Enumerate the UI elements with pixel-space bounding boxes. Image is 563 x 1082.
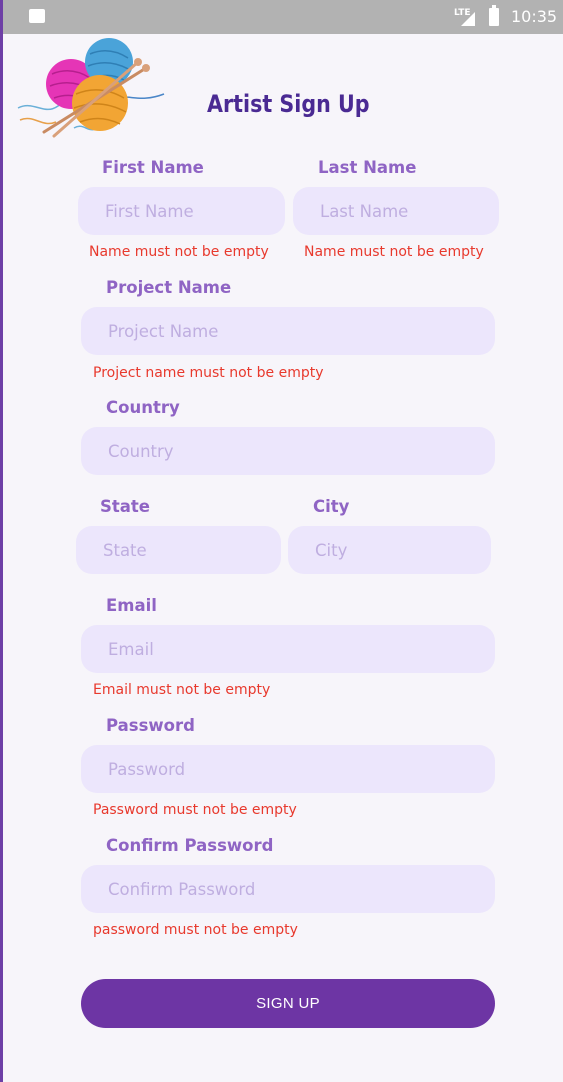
project-name-input[interactable]: Project Name: [81, 307, 495, 355]
window-edge: [0, 0, 3, 1082]
clock: 10:35: [511, 7, 558, 26]
country-input[interactable]: Country: [81, 427, 495, 475]
country-label: Country: [106, 398, 180, 417]
first-name-label: First Name: [102, 158, 204, 177]
last-name-error: Name must not be empty: [304, 244, 484, 260]
last-name-input[interactable]: Last Name: [293, 187, 499, 235]
yarn-balls-icon: [17, 38, 165, 138]
battery-icon: [489, 5, 499, 26]
status-bar: LTE 10:35: [3, 0, 563, 34]
confirm-password-error: password must not be empty: [93, 922, 298, 938]
sim-card-icon: [29, 9, 45, 23]
signal-icon: [461, 12, 475, 26]
project-name-label: Project Name: [106, 278, 232, 297]
email-label: Email: [106, 596, 157, 615]
state-label: State: [100, 497, 150, 516]
confirm-password-input[interactable]: Confirm Password: [81, 865, 495, 913]
project-name-error: Project name must not be empty: [93, 365, 324, 381]
city-input[interactable]: City: [288, 526, 491, 574]
password-input[interactable]: Password: [81, 745, 495, 793]
confirm-password-label: Confirm Password: [106, 836, 274, 855]
last-name-label: Last Name: [318, 158, 417, 177]
email-error: Email must not be empty: [93, 682, 271, 698]
password-label: Password: [106, 716, 195, 735]
first-name-input[interactable]: First Name: [78, 187, 285, 235]
email-input[interactable]: Email: [81, 625, 495, 673]
sign-up-button[interactable]: SIGN UP: [81, 979, 495, 1028]
first-name-error: Name must not be empty: [89, 244, 269, 260]
password-error: Password must not be empty: [93, 802, 297, 818]
state-input[interactable]: State: [76, 526, 281, 574]
page-title: Artist Sign Up: [207, 90, 370, 118]
city-label: City: [313, 497, 350, 516]
